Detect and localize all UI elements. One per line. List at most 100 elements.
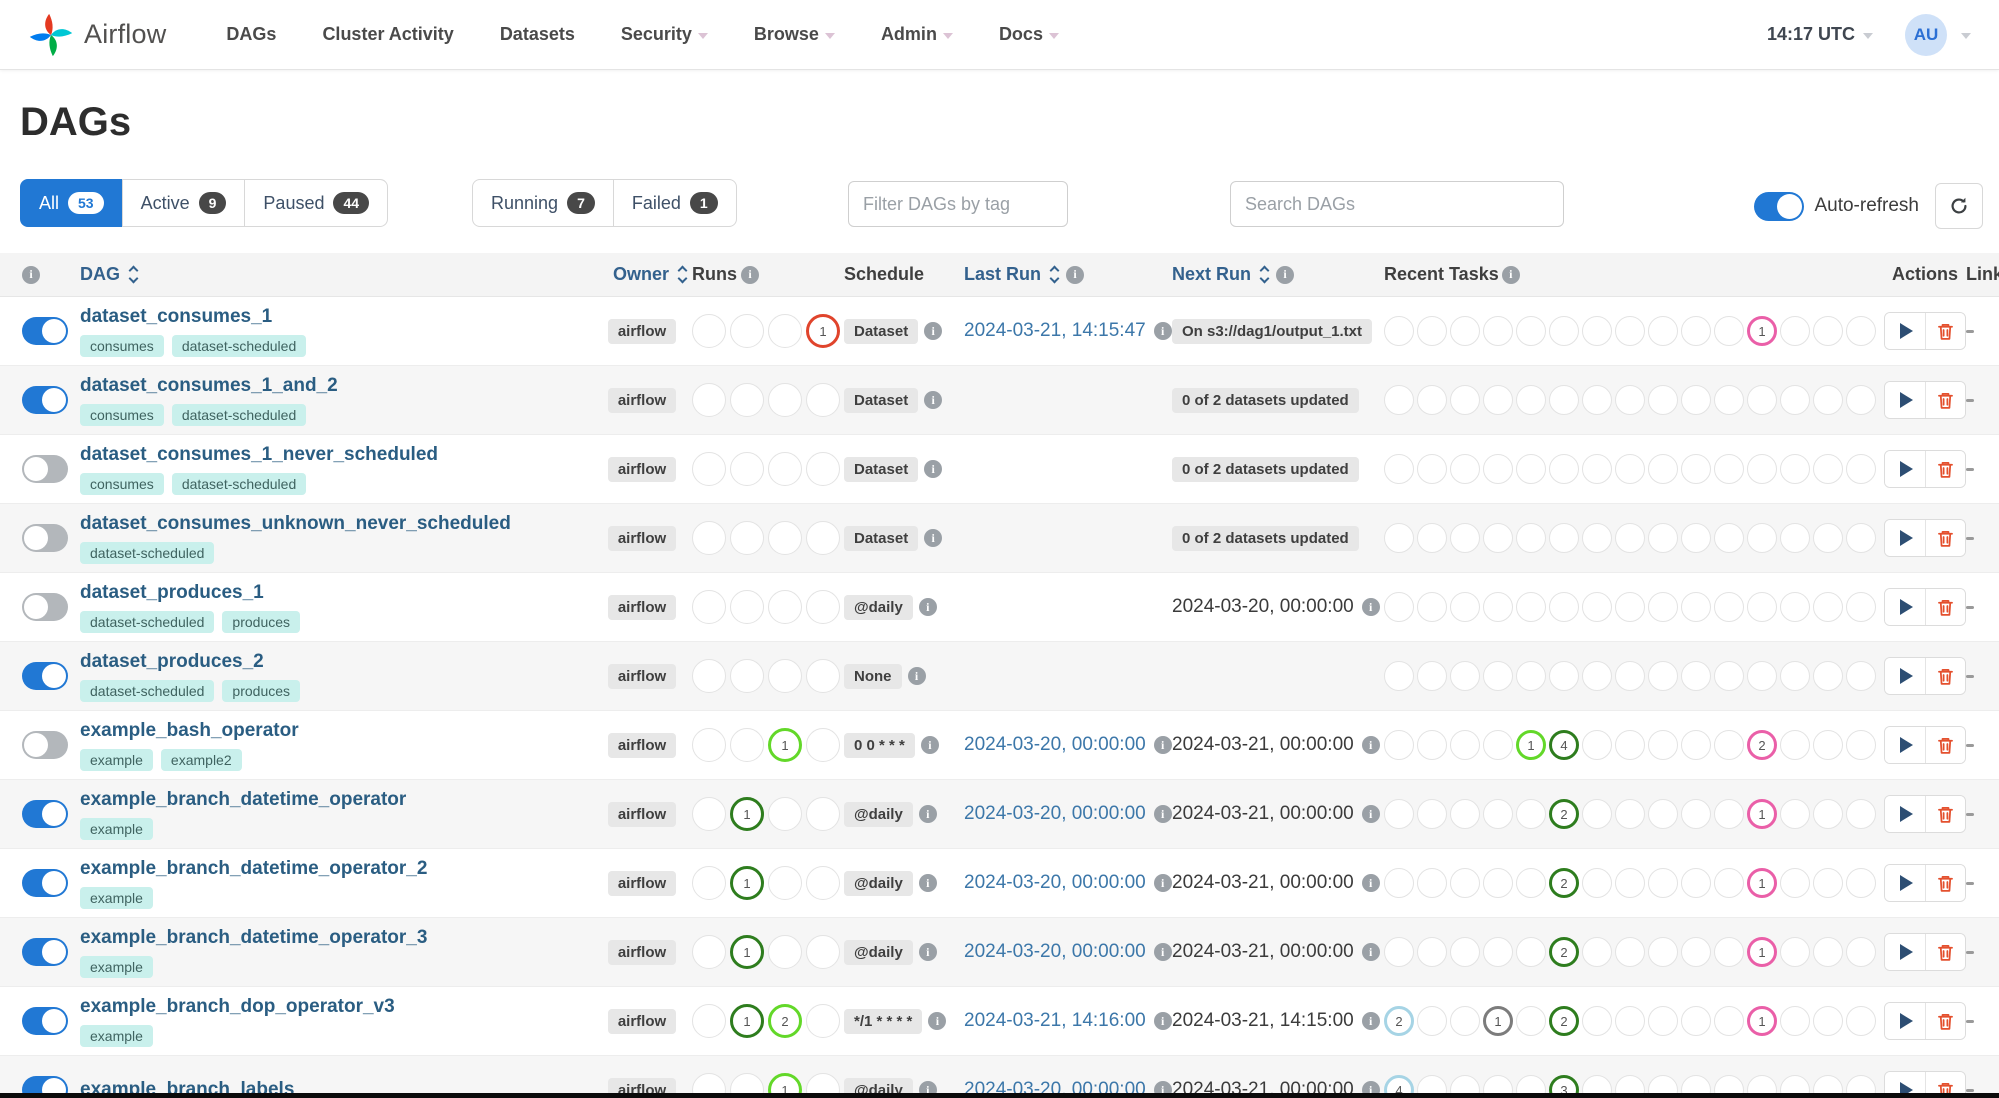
task-state-circle-empty[interactable]	[768, 590, 802, 624]
task-state-circle-empty[interactable]	[1714, 385, 1744, 415]
task-state-circle-empty[interactable]	[1483, 937, 1513, 967]
task-state-circle-empty[interactable]	[1780, 523, 1810, 553]
task-state-circle-running[interactable]: 2	[768, 1004, 802, 1038]
task-state-circle-empty[interactable]	[1846, 316, 1876, 346]
task-state-circle-empty[interactable]	[1582, 316, 1612, 346]
filter-button-paused[interactable]: Paused 44	[244, 179, 389, 227]
task-state-circle-empty[interactable]	[1483, 454, 1513, 484]
task-state-circle-empty[interactable]	[1681, 937, 1711, 967]
task-state-circle-empty[interactable]	[1681, 661, 1711, 691]
chevron-down-icon[interactable]	[1961, 32, 1971, 39]
task-state-circle-empty[interactable]	[1615, 316, 1645, 346]
task-state-circle-empty[interactable]	[1648, 385, 1678, 415]
task-state-circle-empty[interactable]	[1549, 592, 1579, 622]
delete-dag-button[interactable]	[1925, 451, 1965, 487]
task-state-circle-empty[interactable]	[1714, 454, 1744, 484]
task-state-circle-empty[interactable]	[1516, 937, 1546, 967]
task-state-circle-queued[interactable]: 1	[1483, 1006, 1513, 1036]
task-state-circle-empty[interactable]	[1615, 592, 1645, 622]
task-state-circle-empty[interactable]	[1780, 454, 1810, 484]
owner-badge[interactable]: airflow	[607, 456, 677, 482]
task-state-circle-empty[interactable]	[1648, 730, 1678, 760]
last-run-link[interactable]: 2024-03-20, 00:00:00	[964, 734, 1146, 756]
task-state-circle-empty[interactable]	[1714, 661, 1744, 691]
dag-tag[interactable]: consumes	[80, 334, 164, 357]
task-state-circle-empty[interactable]	[1615, 661, 1645, 691]
task-state-circle-empty[interactable]	[768, 383, 802, 417]
task-state-circle-empty[interactable]	[806, 1004, 840, 1038]
trigger-dag-button[interactable]	[1885, 313, 1925, 349]
trigger-dag-button[interactable]	[1885, 451, 1925, 487]
task-state-circle-empty[interactable]	[1417, 592, 1447, 622]
task-state-circle-empty[interactable]	[1549, 385, 1579, 415]
task-state-circle-empty[interactable]	[1516, 454, 1546, 484]
dag-pause-toggle[interactable]	[22, 731, 68, 759]
avatar[interactable]: AU	[1905, 13, 1947, 56]
trigger-dag-button[interactable]	[1885, 727, 1925, 763]
task-state-circle-empty[interactable]	[1714, 730, 1744, 760]
dag-name-link[interactable]: example_branch_datetime_operator_3	[80, 927, 592, 949]
task-state-circle-empty[interactable]	[1648, 316, 1678, 346]
dag-name-link[interactable]: dataset_consumes_1	[80, 306, 592, 328]
task-state-circle-empty[interactable]	[1384, 523, 1414, 553]
task-state-circle-empty[interactable]	[1384, 730, 1414, 760]
task-state-circle-empty[interactable]	[1483, 661, 1513, 691]
task-state-circle-empty[interactable]	[1813, 730, 1843, 760]
task-state-circle-skipped[interactable]: 1	[1747, 1006, 1777, 1036]
nav-item-dags[interactable]: DAGs	[226, 24, 276, 45]
task-state-circle-empty[interactable]	[1582, 937, 1612, 967]
filter-button-active[interactable]: Active 9	[121, 179, 246, 227]
column-header-last_run[interactable]: Last Run i	[964, 264, 1172, 285]
dag-tag[interactable]: dataset-scheduled	[171, 334, 307, 357]
task-state-circle-empty[interactable]	[1582, 592, 1612, 622]
task-state-circle-empty[interactable]	[1615, 937, 1645, 967]
task-state-circle-empty[interactable]	[806, 728, 840, 762]
task-state-circle-empty[interactable]	[1384, 454, 1414, 484]
task-state-circle-empty[interactable]	[1813, 592, 1843, 622]
task-state-circle-empty[interactable]	[1747, 454, 1777, 484]
tag-filter-input[interactable]	[848, 181, 1068, 227]
dag-pause-toggle[interactable]	[22, 455, 68, 483]
dag-pause-toggle[interactable]	[22, 386, 68, 414]
last-run-link[interactable]: 2024-03-20, 00:00:00	[964, 941, 1146, 963]
task-state-circle-empty[interactable]	[1582, 385, 1612, 415]
task-state-circle-empty[interactable]	[1450, 454, 1480, 484]
dag-tag[interactable]: example	[80, 886, 153, 909]
trigger-dag-button[interactable]	[1885, 934, 1925, 970]
task-state-circle-empty[interactable]	[1846, 868, 1876, 898]
task-state-circle-empty[interactable]	[1780, 592, 1810, 622]
task-state-circle-empty[interactable]	[768, 797, 802, 831]
task-state-circle-empty[interactable]	[1582, 1006, 1612, 1036]
dag-tag[interactable]: produces	[222, 610, 301, 633]
task-state-circle-empty[interactable]	[1747, 661, 1777, 691]
task-state-circle-empty[interactable]	[1714, 592, 1744, 622]
task-state-circle-empty[interactable]	[1384, 937, 1414, 967]
filter-button-failed[interactable]: Failed 1	[612, 179, 737, 227]
dag-tag[interactable]: dataset-scheduled	[80, 541, 215, 564]
dag-tag[interactable]: dataset-scheduled	[171, 403, 307, 426]
task-state-circle-empty[interactable]	[1615, 799, 1645, 829]
task-state-circle-empty[interactable]	[1780, 661, 1810, 691]
task-state-circle-empty[interactable]	[1450, 592, 1480, 622]
task-state-circle-empty[interactable]	[1549, 316, 1579, 346]
task-state-circle-empty[interactable]	[1615, 868, 1645, 898]
task-state-circle-empty[interactable]	[768, 521, 802, 555]
task-state-circle-empty[interactable]	[730, 314, 764, 348]
trigger-dag-button[interactable]	[1885, 1003, 1925, 1039]
task-state-circle-empty[interactable]	[806, 521, 840, 555]
dag-pause-toggle[interactable]	[22, 662, 68, 690]
owner-badge[interactable]: airflow	[607, 663, 677, 689]
task-state-circle-empty[interactable]	[1813, 1006, 1843, 1036]
task-state-circle-empty[interactable]	[1549, 454, 1579, 484]
task-state-circle-empty[interactable]	[692, 383, 726, 417]
task-state-circle-empty[interactable]	[1582, 661, 1612, 691]
dag-tag[interactable]: example	[80, 955, 153, 978]
nav-item-security[interactable]: Security	[621, 24, 708, 45]
task-state-circle-empty[interactable]	[768, 659, 802, 693]
task-state-circle-empty[interactable]	[1780, 316, 1810, 346]
task-state-circle-empty[interactable]	[1450, 385, 1480, 415]
dag-pause-toggle[interactable]	[22, 1007, 68, 1035]
task-state-circle-empty[interactable]	[1450, 523, 1480, 553]
task-state-circle-skipped[interactable]: 1	[1747, 937, 1777, 967]
owner-badge[interactable]: airflow	[607, 939, 677, 965]
